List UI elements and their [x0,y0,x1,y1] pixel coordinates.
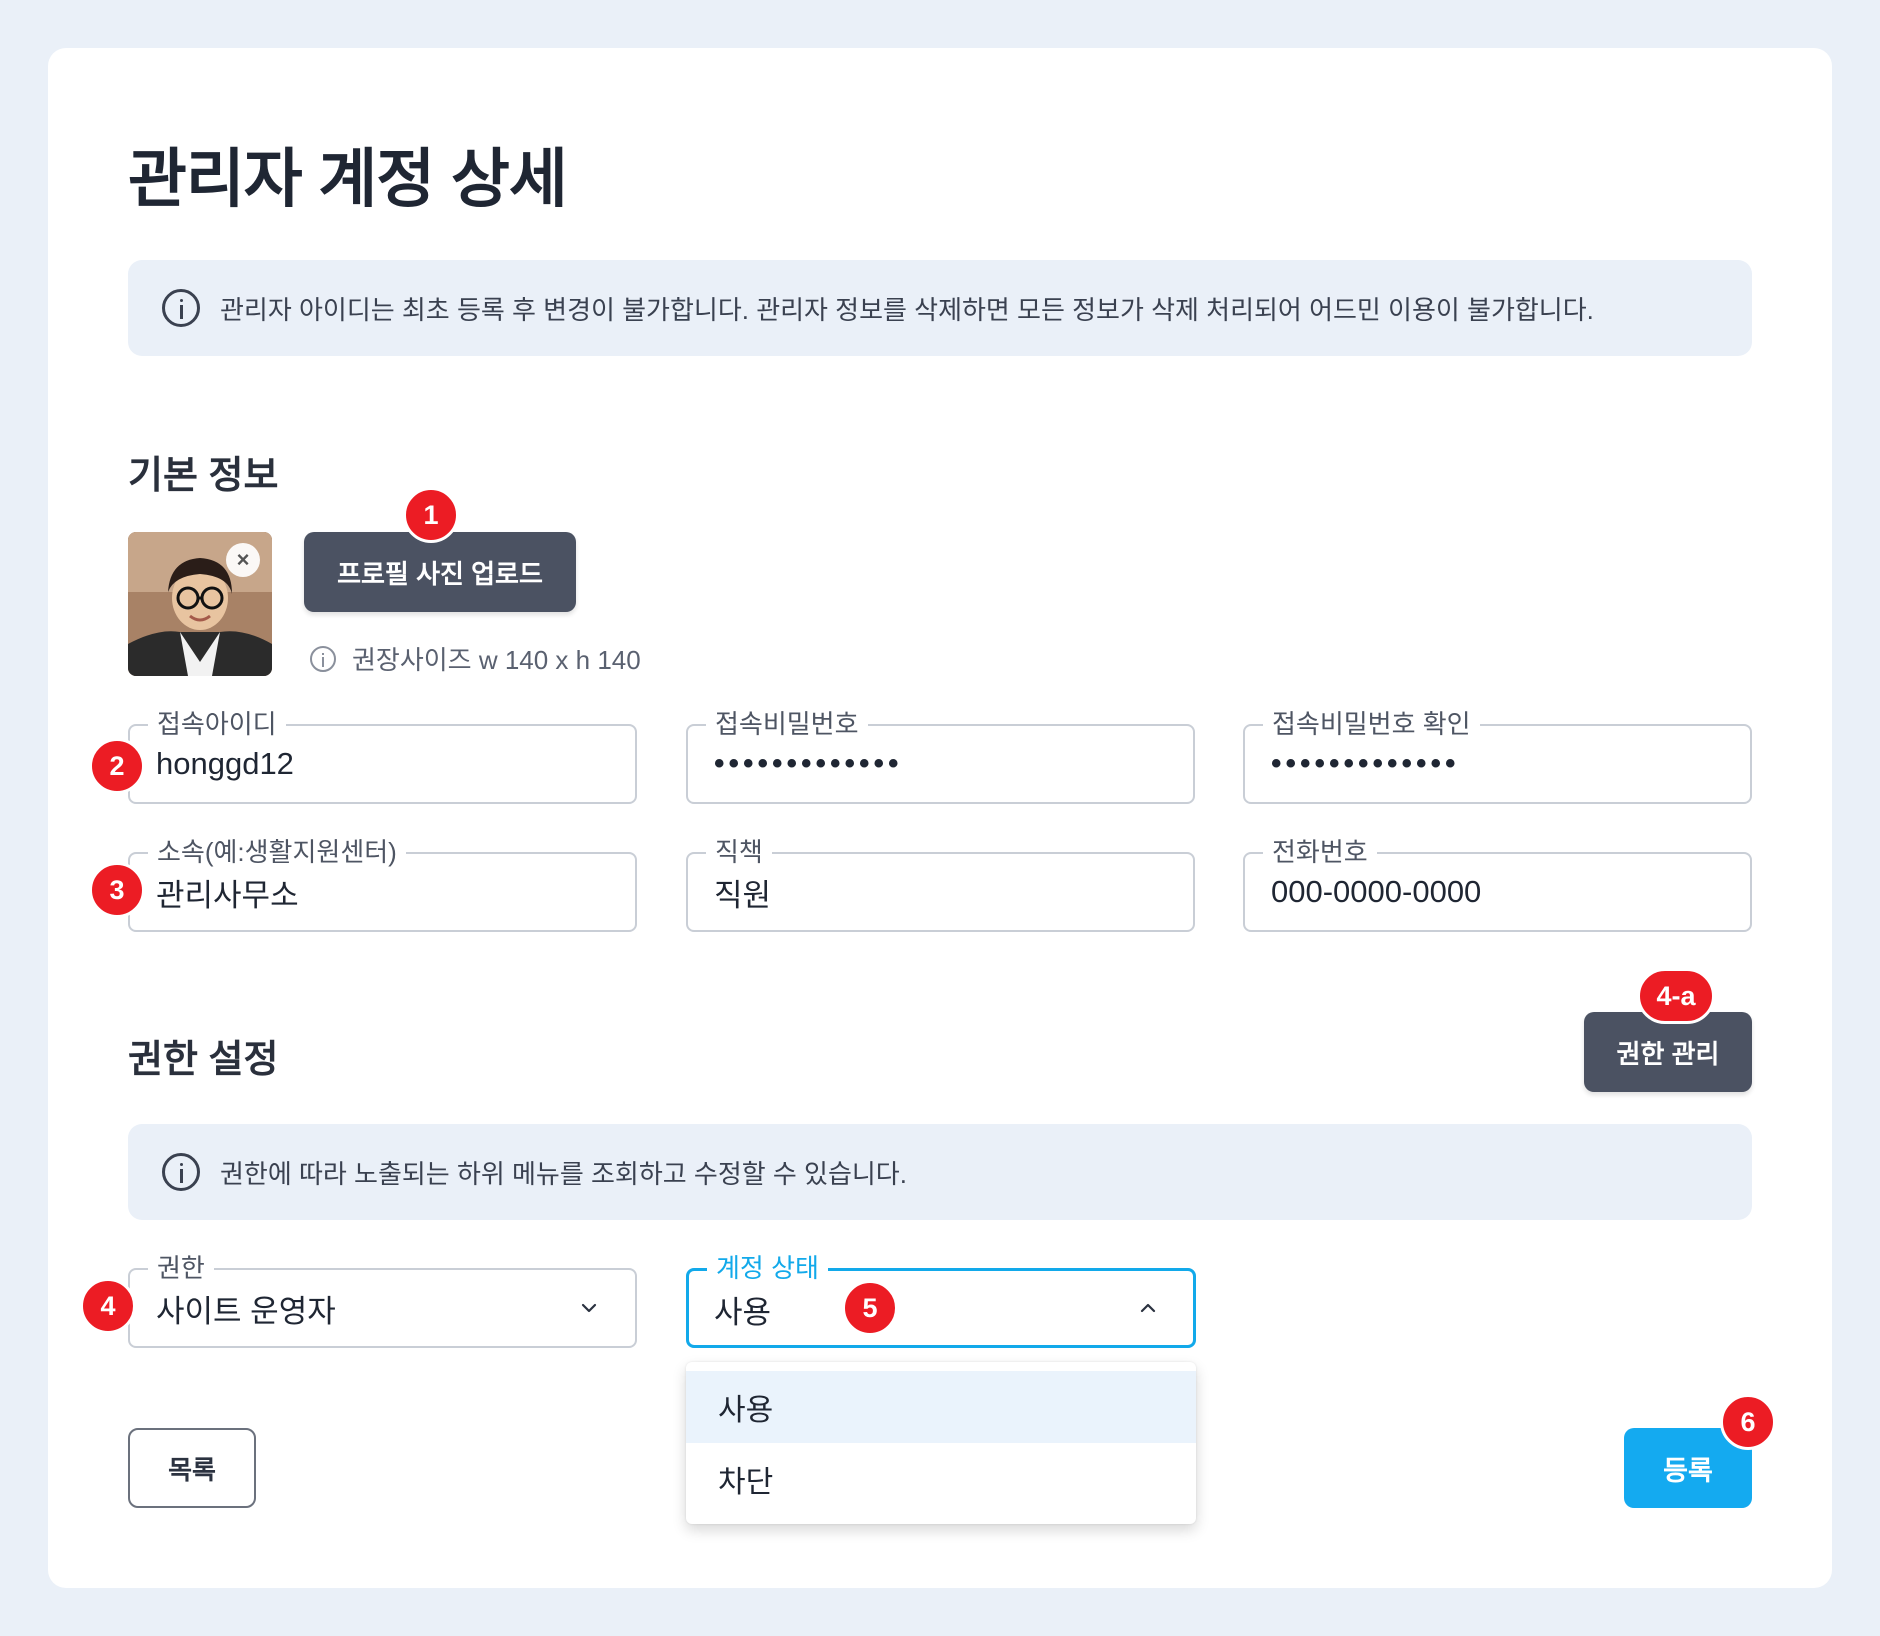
position-field[interactable]: 직책 직원 [686,836,1195,932]
dropdown-option-blocked[interactable]: 차단 [686,1443,1196,1515]
role-select[interactable]: 권한 사이트 운영자 [128,1252,637,1348]
permission-notice-text: 권한에 따라 노출되는 하위 메뉴를 조회하고 수정할 수 있습니다. [220,1158,907,1189]
permission-notice-box: 권한에 따라 노출되는 하위 메뉴를 조회하고 수정할 수 있습니다. [128,1124,1752,1220]
upload-profile-button[interactable]: 프로필 사진 업로드 [304,532,576,612]
annotation-badge: 2 [89,738,145,794]
field-value: honggd12 [156,746,294,781]
select-value: 사용 [714,1294,772,1330]
department-field[interactable]: 소속(예:생활지원센터) 관리사무소 [128,836,637,932]
section-title-permission: 권한 설정 [128,1039,279,1081]
size-hint: 권장사이즈 w 140 x h 140 [310,640,641,677]
annotation-badge: 5 [842,1280,898,1336]
avatar-remove-button[interactable]: × [226,543,260,577]
password-confirm-field[interactable]: 접속비밀번호 확인 ••••••••••••• [1243,708,1752,804]
info-icon [162,289,200,327]
list-button[interactable]: 목록 [128,1428,256,1508]
annotation-badge: 3 [89,862,145,918]
field-value: ••••••••••••• [1271,747,1460,780]
field-value: 000-0000-0000 [1271,874,1482,909]
annotation-badge: 4 [80,1278,136,1334]
info-icon [310,645,336,672]
annotation-badge: 4-a [1637,968,1715,1024]
chevron-down-icon [581,1303,597,1313]
notice-box: 관리자 아이디는 최초 등록 후 변경이 불가합니다. 관리자 정보를 삭제하면… [128,260,1752,356]
field-value: 관리사무소 [156,877,299,913]
login-id-field[interactable]: 접속아이디 honggd12 [128,708,637,804]
field-value: 직원 [714,877,772,913]
account-status-select[interactable]: 계정 상태 사용 [686,1252,1196,1348]
section-title-basic: 기본 정보 [128,455,279,497]
phone-field[interactable]: 전화번호 000-0000-0000 [1243,836,1752,932]
status-dropdown-menu: 사용 차단 [686,1362,1196,1524]
dropdown-option-active[interactable]: 사용 [686,1371,1196,1443]
chevron-up-icon [1140,1303,1156,1313]
page-title: 관리자 계정 상세 [128,143,568,215]
info-icon [162,1153,200,1191]
size-hint-text: 권장사이즈 w 140 x h 140 [352,645,641,675]
field-value: ••••••••••••• [714,747,903,780]
annotation-badge: 6 [1720,1394,1776,1450]
notice-text: 관리자 아이디는 최초 등록 후 변경이 불가합니다. 관리자 정보를 삭제하면… [220,294,1594,325]
password-field[interactable]: 접속비밀번호 ••••••••••••• [686,708,1195,804]
annotation-badge: 1 [403,487,459,543]
select-value: 사이트 운영자 [156,1293,336,1329]
manage-permission-button[interactable]: 권한 관리 [1584,1012,1752,1092]
